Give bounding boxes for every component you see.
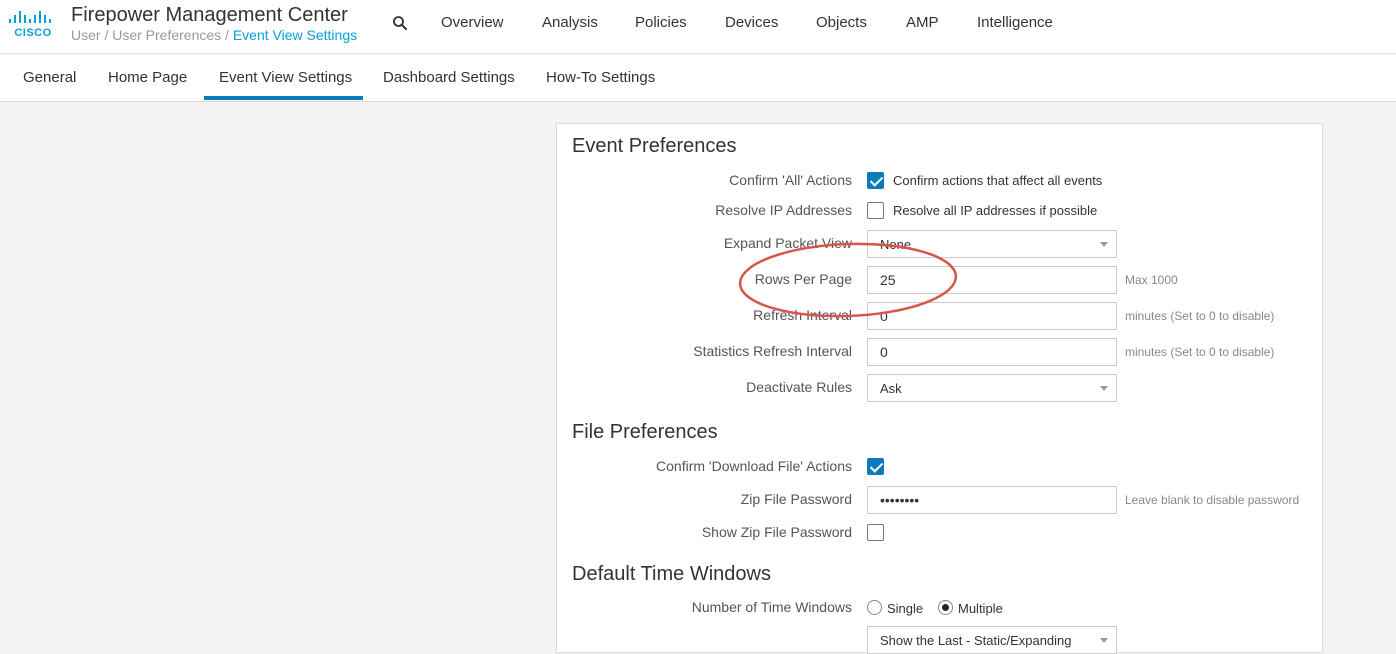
show-zip-password-checkbox[interactable] xyxy=(867,524,884,541)
zip-password-hint: Leave blank to disable password xyxy=(1125,493,1300,507)
zip-password-label: Zip File Password xyxy=(740,491,852,507)
nav-amp[interactable]: AMP xyxy=(906,14,939,31)
sub-tab-bar: General Home Page Event View Settings Da… xyxy=(0,55,1396,102)
nav-policies[interactable]: Policies xyxy=(635,14,687,31)
refresh-interval-hint: minutes (Set to 0 to disable) xyxy=(1125,309,1275,323)
resolve-ip-checkbox-text[interactable]: Resolve all IP addresses if possible xyxy=(893,203,1097,218)
confirm-download-checkbox[interactable] xyxy=(867,458,884,475)
radio-single[interactable] xyxy=(867,600,882,615)
radio-multiple[interactable] xyxy=(938,600,953,615)
section-title-file-preferences: File Preferences xyxy=(572,421,718,443)
expand-packet-label: Expand Packet View xyxy=(723,235,852,251)
top-bar: CISCO Firepower Management Center User /… xyxy=(0,0,1396,54)
deactivate-rules-label: Deactivate Rules xyxy=(746,379,852,395)
rows-per-page-input[interactable]: 25 xyxy=(867,266,1117,294)
breadcrumb-user[interactable]: User xyxy=(71,27,101,43)
search-icon[interactable] xyxy=(392,15,408,31)
app-title: Firepower Management Center xyxy=(71,4,348,26)
tab-home-page[interactable]: Home Page xyxy=(108,69,187,86)
tab-general[interactable]: General xyxy=(23,69,76,86)
resolve-ip-checkbox[interactable] xyxy=(867,202,884,219)
breadcrumb-separator: / xyxy=(100,27,113,43)
tab-dashboard-settings[interactable]: Dashboard Settings xyxy=(383,69,515,86)
radio-multiple-label[interactable]: Multiple xyxy=(958,601,1003,616)
section-title-event-preferences: Event Preferences xyxy=(572,135,737,157)
cisco-logo[interactable]: CISCO xyxy=(8,9,58,43)
chevron-down-icon xyxy=(1100,242,1108,247)
confirm-all-label: Confirm 'All' Actions xyxy=(729,172,852,188)
nav-intelligence[interactable]: Intelligence xyxy=(977,14,1053,31)
nav-overview[interactable]: Overview xyxy=(441,14,504,31)
breadcrumb-user-preferences[interactable]: User Preferences xyxy=(112,27,221,43)
resolve-ip-label: Resolve IP Addresses xyxy=(715,202,852,218)
stats-refresh-label: Statistics Refresh Interval xyxy=(693,343,852,359)
refresh-interval-label: Refresh Interval xyxy=(753,307,852,323)
cisco-bars-icon xyxy=(9,11,51,23)
expand-packet-value: None xyxy=(880,237,912,252)
nav-analysis[interactable]: Analysis xyxy=(542,14,598,31)
tab-event-view-settings[interactable]: Event View Settings xyxy=(219,69,352,86)
breadcrumb-current: Event View Settings xyxy=(232,27,358,43)
deactivate-rules-value: Ask xyxy=(880,381,902,396)
confirm-all-checkbox[interactable] xyxy=(867,172,884,189)
rows-per-page-hint: Max 1000 xyxy=(1125,273,1178,287)
logo-text: CISCO xyxy=(14,27,52,39)
tab-how-to-settings[interactable]: How-To Settings xyxy=(546,69,655,86)
radio-single-label[interactable]: Single xyxy=(887,601,923,616)
rows-per-page-label: Rows Per Page xyxy=(754,271,852,287)
nav-objects[interactable]: Objects xyxy=(816,14,867,31)
expand-packet-select[interactable]: None xyxy=(867,230,1117,258)
time-window-mode-select[interactable]: Show the Last - Static/Expanding xyxy=(867,626,1117,654)
chevron-down-icon xyxy=(1100,386,1108,391)
show-zip-password-label: Show Zip File Password xyxy=(701,524,852,540)
confirm-all-checkbox-text[interactable]: Confirm actions that affect all events xyxy=(893,173,1102,188)
breadcrumb-separator: / xyxy=(221,27,233,43)
zip-password-input[interactable]: •••••••• xyxy=(867,486,1117,514)
deactivate-rules-select[interactable]: Ask xyxy=(867,374,1117,402)
stats-refresh-input[interactable]: 0 xyxy=(867,338,1117,366)
active-tab-indicator xyxy=(204,96,363,100)
refresh-interval-input[interactable]: 0 xyxy=(867,302,1117,330)
number-of-time-windows-label: Number of Time Windows xyxy=(691,599,852,615)
nav-devices[interactable]: Devices xyxy=(725,14,778,31)
breadcrumb: User / User Preferences / Event View Set… xyxy=(71,27,357,43)
section-title-default-time-windows: Default Time Windows xyxy=(572,563,771,585)
stats-refresh-hint: minutes (Set to 0 to disable) xyxy=(1125,345,1275,359)
confirm-download-label: Confirm 'Download File' Actions xyxy=(656,458,852,474)
